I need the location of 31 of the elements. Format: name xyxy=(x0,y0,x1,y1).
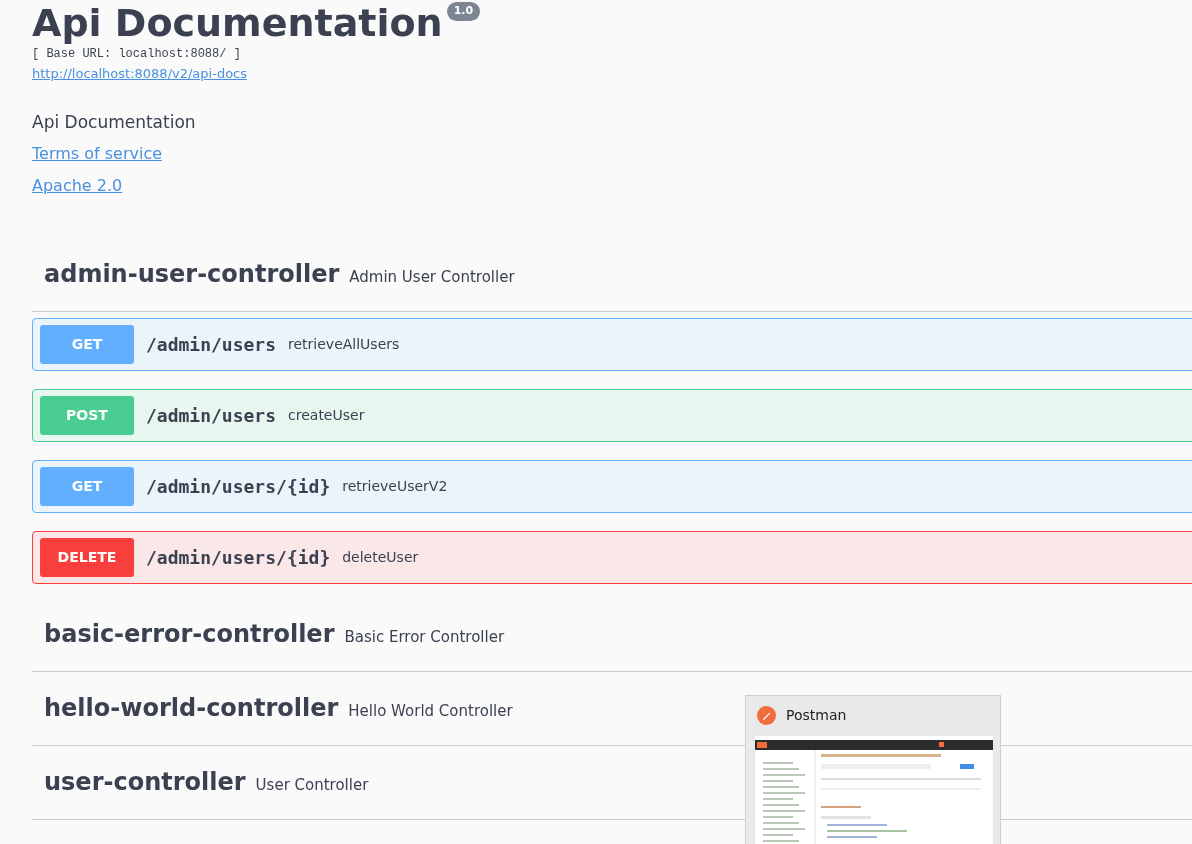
controller-description: Basic Error Controller xyxy=(344,627,505,648)
operation-row[interactable]: DELETE /admin/users/{id} deleteUser xyxy=(32,531,1192,584)
controller-description: User Controller xyxy=(255,775,369,796)
controller-title[interactable]: basic-error-controller xyxy=(44,616,335,652)
method-badge: DELETE xyxy=(40,538,134,577)
method-badge: GET xyxy=(40,325,134,364)
taskbar-preview[interactable]: Postman xyxy=(745,695,1001,844)
operation-row[interactable]: GET /admin/users/{id} retrieveUserV2 xyxy=(32,460,1192,513)
preview-title: Postman xyxy=(786,706,847,725)
operation-row[interactable]: POST /admin/users createUser xyxy=(32,389,1192,442)
operation-summary: retrieveUserV2 xyxy=(342,477,448,496)
operation-path: /admin/users xyxy=(146,333,277,357)
operation-path: /admin/users/{id} xyxy=(146,546,331,570)
controller-description: Hello World Controller xyxy=(348,701,513,722)
operation-summary: deleteUser xyxy=(342,548,419,567)
operation-row[interactable]: GET /admin/users retrieveAllUsers xyxy=(32,318,1192,371)
controller-title[interactable]: hello-world-controller xyxy=(44,690,339,726)
app-logo-icon xyxy=(757,706,776,725)
operation-path: /admin/users/{id} xyxy=(146,475,331,499)
operation-path: /admin/users xyxy=(146,404,277,428)
base-url: [ Base URL: localhost:8088/ ] xyxy=(32,46,242,62)
description: Api Documentation xyxy=(32,111,197,134)
controller-title[interactable]: admin-user-controller xyxy=(44,256,340,292)
controller-description: Admin User Controller xyxy=(349,267,515,288)
operation-summary: createUser xyxy=(288,406,365,425)
controller-title[interactable]: user-controller xyxy=(44,764,246,800)
page-title: Api Documentation xyxy=(32,0,443,46)
method-badge: GET xyxy=(40,467,134,506)
operation-summary: retrieveAllUsers xyxy=(288,335,400,354)
version-badge: 1.0 xyxy=(446,2,481,21)
method-badge: POST xyxy=(40,396,134,435)
